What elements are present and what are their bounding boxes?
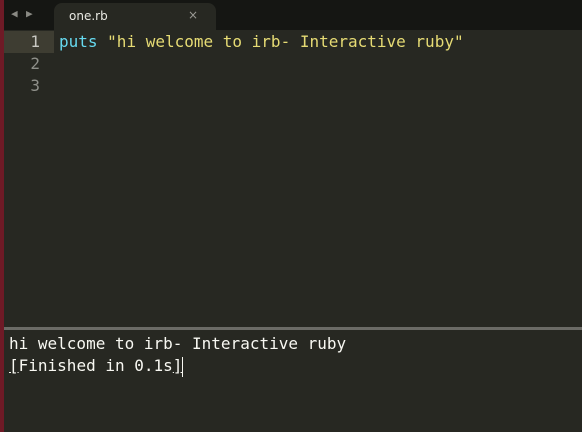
code-editor[interactable]: 1 puts "hi welcome to irb- Interactive r…	[4, 30, 582, 328]
output-bracket: ]	[172, 356, 183, 375]
code-line: 1 puts "hi welcome to irb- Interactive r…	[4, 31, 582, 53]
forward-arrow-icon[interactable]: ▶	[26, 7, 33, 20]
tab-label: one.rb	[69, 9, 108, 23]
output-bracket: [	[9, 356, 19, 375]
back-arrow-icon[interactable]: ◀	[11, 7, 18, 20]
keyword: puts	[59, 32, 98, 51]
code-line: 2	[4, 53, 582, 75]
close-icon[interactable]: ×	[188, 8, 198, 22]
tab-one-rb[interactable]: one.rb ×	[54, 3, 216, 30]
text-cursor	[182, 356, 184, 377]
code-line: 3	[4, 75, 582, 97]
tab-bar: ◀ ▶ one.rb ×	[4, 0, 582, 30]
build-output-panel[interactable]: hi welcome to irb- Interactive ruby [Fin…	[9, 333, 346, 377]
finished-status: Finished in 0.1s	[18, 356, 173, 375]
line-number: 3	[30, 76, 40, 95]
output-line: hi welcome to irb- Interactive ruby	[9, 334, 347, 353]
string-literal: "hi welcome to irb- Interactive ruby"	[107, 32, 464, 51]
output-panel-divider[interactable]	[4, 327, 582, 330]
line-number: 1	[4, 31, 54, 53]
line-number: 2	[30, 54, 40, 73]
